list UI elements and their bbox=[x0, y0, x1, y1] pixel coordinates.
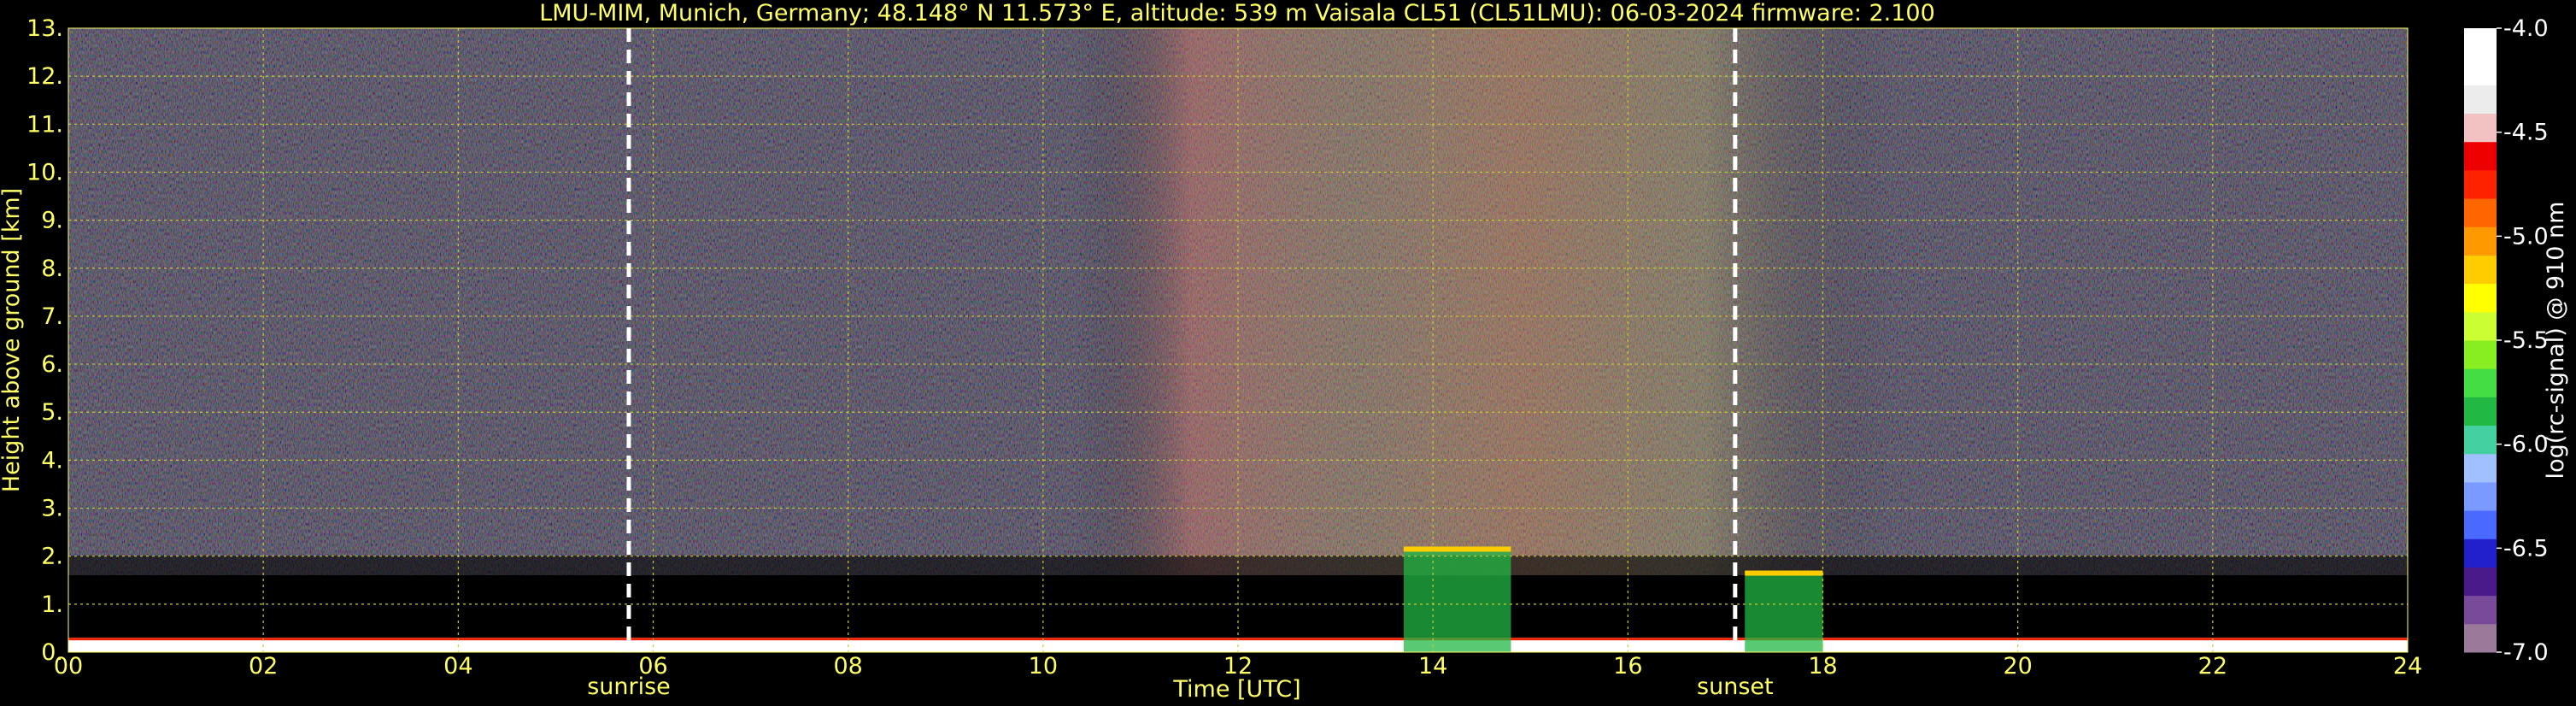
y-tick-label: 5. bbox=[41, 399, 63, 426]
colorbar-swatch bbox=[2464, 425, 2497, 455]
colorbar-label: log(rc-signal) @ 910 nm bbox=[2543, 202, 2569, 479]
colorbar-swatch bbox=[2464, 255, 2497, 285]
y-tick-label: 11. bbox=[26, 111, 63, 138]
y-tick-label: 7. bbox=[41, 303, 63, 330]
low-cloud-block bbox=[1403, 546, 1511, 652]
plot-area: 0.1.2.3.4.5.6.7.8.9.10.11.12.13. 00 02 04 0… bbox=[26, 15, 2422, 700]
colorbar-tick-label: -5.5 bbox=[2503, 327, 2549, 354]
colorbar-swatch bbox=[2464, 56, 2497, 85]
x-tick-label: 02 bbox=[249, 653, 278, 680]
y-tick-label: 13. bbox=[26, 15, 63, 42]
x-tick-label: 22 bbox=[2198, 653, 2227, 680]
y-tick-label: 8. bbox=[41, 256, 63, 282]
y-tick-label: 1. bbox=[41, 591, 63, 618]
sunrise-label: sunrise bbox=[587, 674, 671, 700]
y-tick-label: 3. bbox=[41, 496, 63, 522]
colorbar-swatch bbox=[2464, 623, 2497, 653]
colorbar-swatch bbox=[2464, 311, 2497, 341]
colorbar-swatch bbox=[2464, 141, 2497, 171]
colorbar-swatch bbox=[2464, 340, 2497, 369]
colorbar-tick-label: -4.5 bbox=[2503, 120, 2549, 146]
y-tick-label: 2. bbox=[41, 544, 63, 570]
colorbar-swatch bbox=[2464, 85, 2497, 115]
y-tick-label: 12. bbox=[26, 63, 63, 90]
low-cloud-block bbox=[1745, 570, 1823, 652]
colorbar-swatch bbox=[2464, 567, 2497, 597]
colorbar-swatch bbox=[2464, 283, 2497, 313]
colorbar-tick-label: -7.0 bbox=[2503, 639, 2549, 666]
colorbar-tick-label: -6.5 bbox=[2503, 535, 2549, 562]
colorbar-tick-label: -4.0 bbox=[2503, 15, 2549, 42]
colorbar-swatch bbox=[2464, 453, 2497, 483]
x-tick-label: 00 bbox=[54, 653, 83, 680]
sunset-label: sunset bbox=[1697, 674, 1774, 700]
colorbar-swatch bbox=[2464, 198, 2497, 227]
y-tick-label: 10. bbox=[26, 159, 63, 185]
x-tick-label: 04 bbox=[443, 653, 472, 680]
chart-title: LMU-MIM, Munich, Germany; 48.148° N 11.5… bbox=[539, 0, 1935, 26]
colorbar-swatch bbox=[2464, 113, 2497, 143]
x-tick-label: 18 bbox=[1808, 653, 1837, 680]
x-tick-label: 24 bbox=[2393, 653, 2422, 680]
colorbar-tick-label: -5.0 bbox=[2503, 223, 2549, 250]
y-tick-label: 6. bbox=[41, 351, 63, 378]
x-tick-label: 14 bbox=[1418, 653, 1447, 680]
colorbar-swatch bbox=[2464, 397, 2497, 427]
x-axis-label: Time [UTC] bbox=[1172, 676, 1300, 703]
x-tick-label: 16 bbox=[1613, 653, 1642, 680]
colorbar-swatch bbox=[2464, 227, 2497, 256]
x-tick-label: 10 bbox=[1029, 653, 1058, 680]
y-tick-label: 4. bbox=[41, 447, 63, 474]
y-axis-label: Height above ground [km] bbox=[0, 188, 25, 492]
low-cloud-top bbox=[1403, 546, 1511, 552]
ceilometer-chart: LMU-MIM, Munich, Germany; 48.148° N 11.5… bbox=[0, 0, 2576, 706]
colorbar-swatch bbox=[2464, 510, 2497, 539]
colorbar-swatch bbox=[2464, 28, 2497, 57]
colorbar-tick-label: -6.0 bbox=[2503, 432, 2549, 458]
y-tick-label: 9. bbox=[41, 208, 63, 234]
colorbar-swatch bbox=[2464, 481, 2497, 511]
low-cloud-top bbox=[1745, 570, 1823, 576]
colorbar-swatch bbox=[2464, 368, 2497, 397]
x-tick-label: 08 bbox=[833, 653, 862, 680]
colorbar-swatch bbox=[2464, 538, 2497, 568]
colorbar-swatch bbox=[2464, 169, 2497, 199]
colorbar-swatch bbox=[2464, 595, 2497, 625]
signal-warm-band bbox=[68, 28, 2408, 575]
x-tick-label: 20 bbox=[2003, 653, 2032, 680]
